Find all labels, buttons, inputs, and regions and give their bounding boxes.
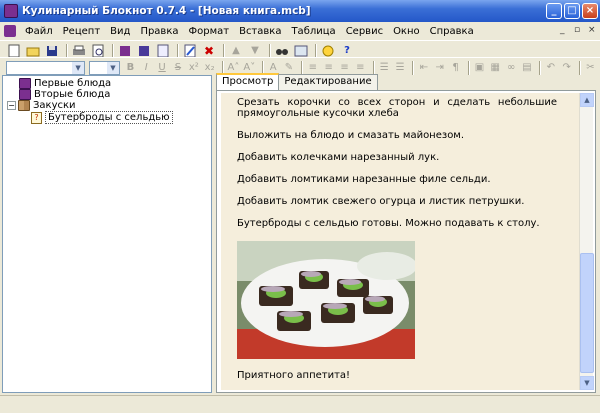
menu-view[interactable]: Вид xyxy=(105,26,135,37)
tree-item-label: Бутерброды с сельдью xyxy=(45,111,173,124)
menu-help[interactable]: Справка xyxy=(425,26,479,37)
toolbar-separator xyxy=(412,60,415,75)
menu-table[interactable]: Таблица xyxy=(286,26,340,37)
font-name-combo[interactable]: ▼ xyxy=(6,60,86,75)
tree-item-label: Закуски xyxy=(33,100,76,111)
title-bar: Кулинарный Блокнот 0.7.4 - [Новая книга.… xyxy=(0,0,600,22)
tree-item-first-courses[interactable]: Первые блюда xyxy=(19,78,111,89)
recipe-viewer: Срезать корочки со всех сторон и сделать… xyxy=(221,93,581,390)
tree-item-snacks[interactable]: − Закуски xyxy=(7,100,76,111)
mdi-close-icon[interactable]: × xyxy=(588,25,596,35)
book-icon xyxy=(19,89,31,100)
underline-icon[interactable]: U xyxy=(156,60,169,76)
recipe-icon: ? xyxy=(31,111,42,124)
undo-icon[interactable]: ↶ xyxy=(544,60,557,76)
menu-insert[interactable]: Вставка xyxy=(234,26,286,37)
menu-service[interactable]: Сервис xyxy=(341,26,388,37)
recipe-closing: Приятного аппетита! xyxy=(237,370,351,381)
recipe-step: Добавить колечками нарезанный лук. xyxy=(237,152,440,163)
bold-icon[interactable]: B xyxy=(124,60,137,76)
app-icon xyxy=(4,4,18,18)
insert-link-icon[interactable]: ∞ xyxy=(505,60,518,76)
scrollbar-thumb[interactable] xyxy=(580,253,594,373)
window-title: Кулинарный Блокнот 0.7.4 - [Новая книга.… xyxy=(22,5,311,17)
toolbar-separator xyxy=(315,43,317,58)
indent-icon[interactable]: ⇥ xyxy=(433,60,446,76)
toolbar-separator xyxy=(579,60,582,75)
toolbar-separator xyxy=(66,43,68,58)
close-button[interactable]: × xyxy=(582,3,598,19)
toolbar-separator xyxy=(372,60,375,75)
status-bar xyxy=(0,395,600,413)
font-size-combo[interactable]: ▼ xyxy=(89,60,120,75)
menu-bar: Файл Рецепт Вид Правка Формат Вставка Та… xyxy=(0,22,600,40)
superscript-icon[interactable]: x² xyxy=(187,60,200,76)
cut-icon[interactable]: ✂ xyxy=(584,60,597,76)
insert-table-icon[interactable]: ▦ xyxy=(489,60,502,76)
maximize-button[interactable]: □ xyxy=(564,3,580,19)
collapse-icon[interactable]: − xyxy=(7,101,16,110)
tab-edit[interactable]: Редактирование xyxy=(278,74,378,90)
toolbar-separator xyxy=(468,60,471,75)
open-book-icon xyxy=(18,100,30,111)
scroll-down-icon[interactable]: ▼ xyxy=(580,376,594,390)
tree-item-label: Вторые блюда xyxy=(34,89,111,100)
subscript-icon[interactable]: x₂ xyxy=(203,60,216,76)
minimize-button[interactable]: _ xyxy=(546,3,562,19)
menu-format[interactable]: Формат xyxy=(184,26,235,37)
insert-object-icon[interactable]: ▤ xyxy=(521,60,534,76)
recipe-step: Добавить ломтиками нарезанные филе сельд… xyxy=(237,174,491,185)
toolbar-separator xyxy=(112,43,114,58)
menu-recipe[interactable]: Рецепт xyxy=(58,26,106,37)
outdent-icon[interactable]: ⇤ xyxy=(417,60,430,76)
toolbar-separator xyxy=(539,60,542,75)
recipe-step: Бутерброды с сельдью готовы. Можно подав… xyxy=(237,218,540,229)
recipe-step: Добавить ломтик свежего огурца и листик … xyxy=(237,196,525,207)
toolbar-separator xyxy=(269,43,271,58)
menu-edit[interactable]: Правка xyxy=(135,26,183,37)
toolbar-separator xyxy=(177,43,179,58)
numbered-list-icon[interactable]: ☰ xyxy=(378,60,391,76)
recipe-panel: Срезать корочки со всех сторон и сделать… xyxy=(216,90,596,393)
paragraph-icon[interactable]: ¶ xyxy=(449,60,462,76)
chevron-down-icon[interactable]: ▼ xyxy=(72,61,85,74)
tree-item-label: Первые блюда xyxy=(34,78,112,89)
menu-window[interactable]: Окно xyxy=(388,26,425,37)
mdi-restore-icon[interactable]: ▫ xyxy=(574,25,580,35)
chevron-down-icon[interactable]: ▼ xyxy=(106,61,119,74)
bullet-list-icon[interactable]: ☰ xyxy=(394,60,407,76)
document-icon xyxy=(4,25,16,37)
toolbar-separator xyxy=(301,60,304,75)
vertical-scrollbar[interactable]: ▲ ▼ xyxy=(579,93,594,390)
sandwich-photo xyxy=(237,241,415,359)
book-icon xyxy=(19,78,31,89)
menu-file[interactable]: Файл xyxy=(20,26,58,37)
toolbar-separator xyxy=(223,43,225,58)
redo-icon[interactable]: ↷ xyxy=(560,60,573,76)
view-tabs: Просмотр Редактирование xyxy=(216,73,378,91)
strikethrough-icon[interactable]: S xyxy=(172,60,185,76)
tree-item-second-courses[interactable]: Вторые блюда xyxy=(19,89,110,100)
scroll-up-icon[interactable]: ▲ xyxy=(580,93,594,107)
recipe-step: Срезать корочки со всех сторон и сделать… xyxy=(237,97,557,119)
italic-icon[interactable]: I xyxy=(140,60,153,76)
recipe-step: Выложить на блюдо и смазать майонезом. xyxy=(237,130,465,141)
recipe-tree: Первые блюда Вторые блюда − Закуски ? Бу… xyxy=(2,75,212,393)
mdi-minimize-icon[interactable]: _ xyxy=(560,25,565,35)
tree-item-herring-sandwiches[interactable]: ? Бутерброды с сельдью xyxy=(31,111,173,124)
tab-view[interactable]: Просмотр xyxy=(216,73,280,91)
insert-image-icon[interactable]: ▣ xyxy=(473,60,486,76)
